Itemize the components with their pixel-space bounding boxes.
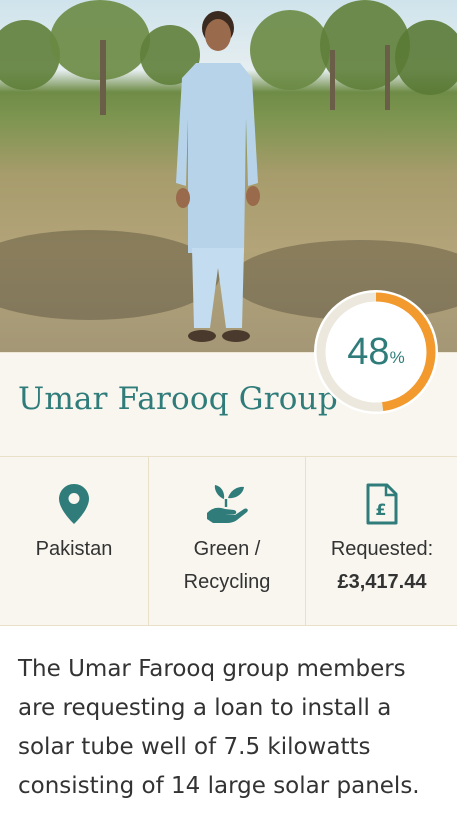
funding-progress-ring: 48% bbox=[314, 290, 438, 414]
borrower-name: Umar Farooq Group bbox=[18, 381, 338, 417]
sector-label-line2: Recycling bbox=[183, 571, 271, 593]
hand-leaves-icon bbox=[204, 483, 250, 536]
borrower-figure bbox=[176, 11, 260, 342]
stat-location: Pakistan bbox=[0, 457, 148, 625]
loan-description: The Umar Farooq group members are reques… bbox=[18, 656, 420, 799]
percent-funded: 48 bbox=[347, 330, 390, 373]
stat-amount: £ Requested: £3,417.44 bbox=[305, 457, 457, 625]
stat-sector: Green / Recycling bbox=[148, 457, 305, 625]
percent-symbol: % bbox=[389, 348, 405, 367]
sector-label-line1: Green / bbox=[193, 538, 261, 560]
location-label: Pakistan bbox=[35, 538, 113, 560]
requested-amount: £3,417.44 bbox=[337, 571, 427, 593]
map-pin-icon bbox=[58, 483, 90, 536]
loan-stats: Pakistan Green / Recycling £ Requested: bbox=[0, 456, 457, 626]
pound-document-icon: £ bbox=[366, 483, 398, 536]
requested-label: Requested: bbox=[330, 538, 434, 560]
svg-text:£: £ bbox=[375, 500, 386, 519]
